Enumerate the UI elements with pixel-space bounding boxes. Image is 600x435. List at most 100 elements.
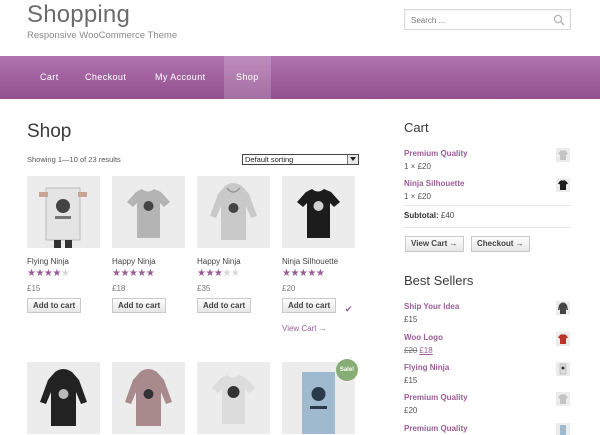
product-image[interactable] (197, 176, 270, 248)
product-price: £15 (27, 284, 41, 293)
result-count: Showing 1—10 of 23 results (27, 155, 121, 164)
product-card: Ninja Silhouette ★★★★★ £20 Add to cart (282, 176, 355, 313)
product-price: £20 (282, 284, 296, 293)
best-seller-name[interactable]: Ship Your Idea (404, 302, 574, 311)
best-seller-item: Ship Your Idea £15 (404, 302, 574, 324)
best-seller-thumbnail[interactable] (556, 301, 570, 315)
sort-selected-value: Default sorting (245, 155, 294, 164)
cart-item: Premium Quality 1 × £20 (404, 149, 574, 171)
product-name[interactable]: Happy Ninja (197, 257, 270, 266)
divider (404, 205, 571, 206)
site-description: Responsive WooCommerce Theme (27, 30, 178, 41)
product-image[interactable] (112, 362, 185, 434)
star-rating: ★★★★★ (112, 268, 155, 279)
product-image[interactable] (282, 176, 355, 248)
hoodie-icon (40, 369, 87, 426)
hoodie-icon (210, 183, 257, 240)
subtotal-label: Subtotal: (404, 211, 439, 220)
best-seller-name[interactable]: Premium Quality (404, 424, 574, 433)
main-navigation: Cart Checkout My Account Shop (0, 56, 600, 99)
hoodie-icon (558, 302, 568, 314)
star-rating: ★★★★★ (197, 268, 240, 279)
cart-item-thumbnail[interactable] (556, 148, 570, 162)
nav-item-checkout[interactable]: Checkout (85, 56, 126, 99)
best-seller-thumbnail[interactable] (556, 392, 570, 406)
checkout-button[interactable]: Checkout → (471, 236, 530, 252)
best-seller-sale-price: £18 (419, 346, 433, 355)
cart-widget-title: Cart (404, 120, 429, 135)
product-name[interactable]: Ninja Silhouette (282, 257, 355, 266)
best-seller-item: Woo Logo £20 £18 (404, 333, 574, 355)
sort-select[interactable]: Default sorting (242, 154, 359, 165)
tshirt-icon (558, 334, 568, 344)
best-seller-price: £20 £18 (404, 346, 574, 355)
best-seller-price: £20 (404, 406, 418, 415)
star-rating: ★★★★★ (282, 268, 325, 279)
best-seller-thumbnail[interactable] (556, 423, 570, 435)
best-seller-name[interactable]: Flying Ninja (404, 363, 574, 372)
view-cart-link[interactable]: View Cart → (282, 324, 327, 333)
product-price: £18 (112, 284, 126, 293)
search-icon[interactable] (553, 14, 565, 26)
page-title: Shop (27, 121, 72, 142)
best-seller-price: £15 (404, 315, 418, 324)
add-to-cart-button[interactable]: Add to cart (112, 298, 167, 313)
star-rating: ★★★★★ (27, 268, 70, 279)
best-seller-item: Flying Ninja £15 (404, 363, 574, 385)
best-seller-thumbnail[interactable] (556, 332, 570, 346)
chevron-down-icon[interactable] (347, 155, 358, 164)
product-card: Flying Ninja ★★★★★ £15 Add to cart (27, 176, 100, 313)
best-seller-name[interactable]: Premium Quality (404, 393, 574, 402)
product-name[interactable]: Happy Ninja (112, 257, 185, 266)
nav-item-my-account[interactable]: My Account (155, 56, 206, 99)
cart-item-name[interactable]: Premium Quality (404, 149, 574, 158)
tshirt-icon (558, 180, 568, 190)
tshirt-icon (297, 189, 340, 238)
product-price: £35 (197, 284, 211, 293)
divider (404, 227, 571, 228)
cart-item-quantity: 1 × £20 (404, 162, 431, 171)
product-image[interactable] (27, 176, 100, 248)
cart-item-name[interactable]: Ninja Silhouette (404, 179, 574, 188)
best-seller-price: £15 (404, 376, 418, 385)
best-seller-name[interactable]: Woo Logo (404, 333, 574, 342)
sale-badge: Sale! (336, 359, 358, 381)
nav-item-shop[interactable]: Shop (224, 56, 271, 99)
best-seller-old-price: £20 (404, 346, 418, 355)
add-to-cart-button[interactable]: Add to cart (282, 298, 337, 313)
product-image[interactable] (27, 362, 100, 434)
poster-icon (560, 425, 566, 435)
search-box (404, 9, 571, 30)
product-card (112, 362, 185, 434)
add-to-cart-button[interactable]: Add to cart (197, 298, 252, 313)
view-cart-button[interactable]: View Cart → (405, 236, 464, 252)
best-seller-thumbnail[interactable] (556, 362, 570, 376)
cart-subtotal: Subtotal: £40 (404, 211, 454, 220)
tshirt-icon (558, 150, 568, 160)
search-input[interactable] (405, 11, 545, 30)
best-seller-item: Premium Quality £20 (404, 393, 574, 415)
best-seller-item: Premium Quality (404, 424, 574, 433)
product-card: Happy Ninja ★★★★★ £35 Add to cart (197, 176, 270, 313)
hoodie-icon (125, 369, 172, 426)
poster-icon (559, 363, 567, 375)
product-name[interactable]: Flying Ninja (27, 257, 100, 266)
tshirt-icon (558, 394, 568, 404)
added-check-icon: ✔ (345, 304, 353, 314)
subtotal-value: £40 (440, 211, 455, 220)
best-sellers-title: Best Sellers (404, 273, 474, 288)
product-card (27, 362, 100, 434)
product-card: Happy Ninja ★★★★★ £18 Add to cart (112, 176, 185, 313)
tshirt-icon (127, 189, 170, 238)
site-title[interactable]: Shopping (27, 1, 130, 29)
product-card (197, 362, 270, 434)
add-to-cart-button[interactable]: Add to cart (27, 298, 82, 313)
cart-item-thumbnail[interactable] (556, 178, 570, 192)
product-image[interactable] (112, 176, 185, 248)
cart-item-quantity: 1 × £20 (404, 192, 431, 201)
tshirt-icon (212, 375, 255, 424)
cart-item: Ninja Silhouette 1 × £20 (404, 179, 574, 201)
nav-item-cart[interactable]: Cart (40, 56, 59, 99)
product-image[interactable] (197, 362, 270, 434)
poster-icon (39, 187, 87, 248)
